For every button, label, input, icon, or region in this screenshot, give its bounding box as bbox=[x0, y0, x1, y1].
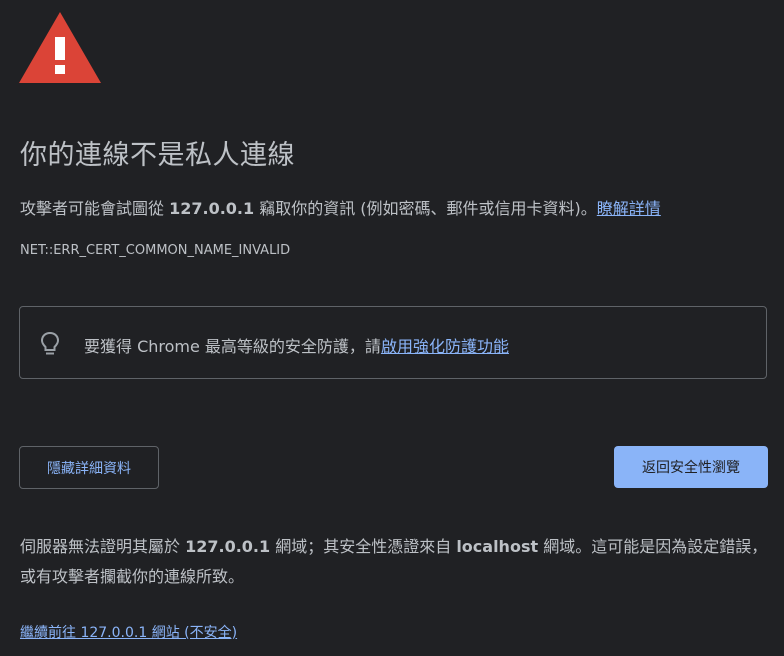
desc-text-pre: 攻擊者可能會試圖從 bbox=[20, 199, 170, 218]
interstitial-page: 你的連線不是私人連線 攻擊者可能會試圖從 127.0.0.1 竊取你的資訊 (例… bbox=[0, 0, 784, 656]
main-message: 攻擊者可能會試圖從 127.0.0.1 竊取你的資訊 (例如密碼、郵件或信用卡資… bbox=[20, 195, 661, 219]
proceed-unsafe-link[interactable]: 繼續前往 127.0.0.1 網站 (不安全) bbox=[20, 622, 237, 642]
hide-details-button[interactable]: 隱藏詳細資料 bbox=[19, 446, 159, 489]
lightbulb-icon bbox=[40, 331, 60, 355]
enable-enhanced-protection-link[interactable]: 啟用強化防護功能 bbox=[381, 337, 509, 356]
enhanced-protection-label: 要獲得 Chrome 最高等級的安全防護，請 bbox=[84, 337, 381, 356]
back-to-safety-button[interactable]: 返回安全性瀏覽 bbox=[614, 446, 768, 488]
page-title: 你的連線不是私人連線 bbox=[20, 140, 295, 171]
learn-more-link[interactable]: 瞭解詳情 bbox=[597, 199, 661, 218]
details-text: 伺服器無法證明其屬於 127.0.0.1 網域；其安全性憑證來自 localho… bbox=[20, 532, 770, 592]
desc-text-post: 竊取你的資訊 (例如密碼、郵件或信用卡資料)。 bbox=[254, 199, 597, 218]
enhanced-protection-text: 要獲得 Chrome 最高等級的安全防護，請啟用強化防護功能 bbox=[84, 333, 509, 357]
warning-triangle-icon bbox=[19, 12, 101, 83]
details-cert-host: localhost bbox=[456, 537, 539, 556]
details-part-2: 網域；其安全性憑證來自 bbox=[270, 537, 457, 556]
error-code: NET::ERR_CERT_COMMON_NAME_INVALID bbox=[20, 243, 291, 258]
desc-host: 127.0.0.1 bbox=[169, 199, 255, 218]
details-part-1: 伺服器無法證明其屬於 bbox=[20, 537, 186, 556]
enhanced-protection-box: 要獲得 Chrome 最高等級的安全防護，請啟用強化防護功能 bbox=[19, 306, 767, 379]
details-host: 127.0.0.1 bbox=[185, 537, 271, 556]
